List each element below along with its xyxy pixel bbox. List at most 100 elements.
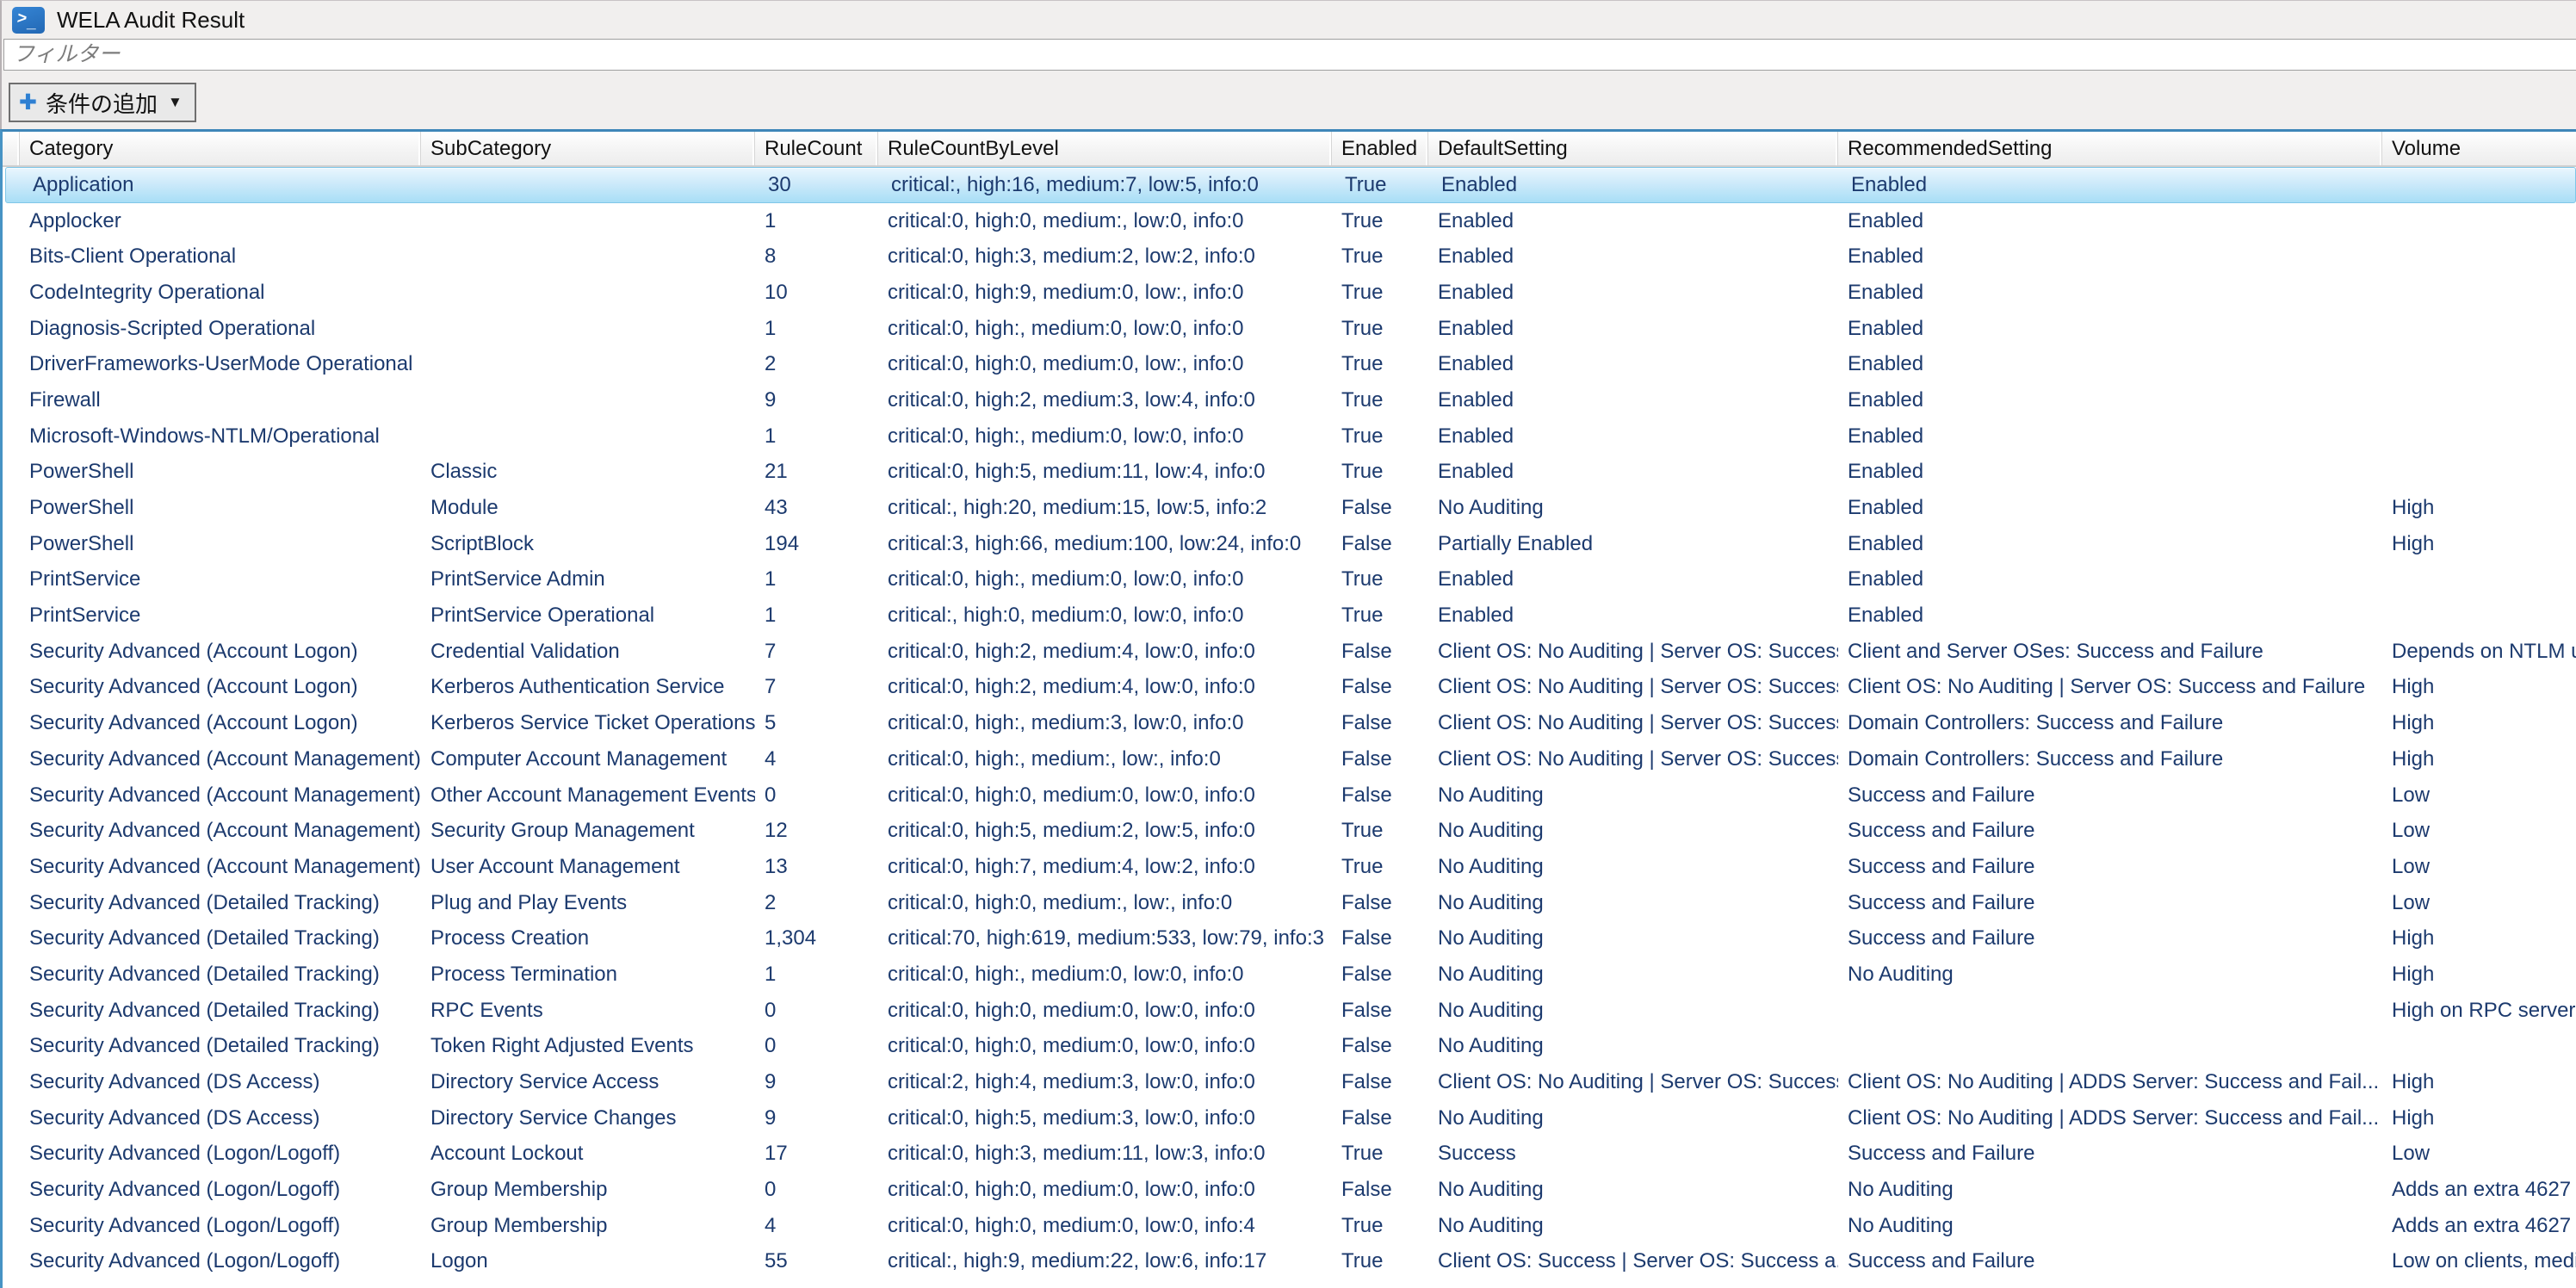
- table-row[interactable]: Security Advanced (Detailed Tracking)Pro…: [3, 957, 2576, 993]
- table-cell-defaultsetting: Enabled: [1428, 460, 1838, 484]
- table-row[interactable]: Security Advanced (Account Management)Ot…: [3, 777, 2576, 814]
- table-cell-category: Security Advanced (Detailed Tracking): [20, 999, 421, 1023]
- table-cell-category: Applocker: [20, 209, 421, 233]
- table-row[interactable]: Security Advanced (Detailed Tracking)Tok…: [3, 1029, 2576, 1065]
- table-cell-rulecountbylevel: critical:70, high:619, medium:533, low:7…: [878, 926, 1332, 951]
- table-cell-defaultsetting: Client OS: No Auditing | Server OS: Succ…: [1428, 675, 1838, 699]
- table-cell-category: Security Advanced (DS Access): [20, 1070, 421, 1094]
- table-cell-category: Security Advanced (Account Logon): [20, 675, 421, 699]
- table-cell-defaultsetting: No Auditing: [1428, 926, 1838, 951]
- table-row[interactable]: Bits-Client Operational8critical:0, high…: [3, 238, 2576, 275]
- table-cell-volume: High: [2382, 1070, 2576, 1094]
- column-header-enabled[interactable]: Enabled: [1332, 132, 1428, 165]
- table-row[interactable]: Application30critical:, high:16, medium:…: [5, 167, 2576, 203]
- table-row[interactable]: PrintServicePrintService Admin1critical:…: [3, 562, 2576, 598]
- table-row[interactable]: Security Advanced (Account Management)Se…: [3, 813, 2576, 849]
- table-row[interactable]: Firewall9critical:0, high:2, medium:3, l…: [3, 382, 2576, 418]
- table-cell-subcategory: Kerberos Service Ticket Operations: [421, 711, 755, 735]
- table-cell-subcategory: Directory Service Changes: [421, 1106, 755, 1130]
- table-cell-rulecountbylevel: critical:0, high:0, medium:0, low:0, inf…: [878, 1034, 1332, 1058]
- table-cell-recommendedsetting: No Auditing: [1838, 1214, 2382, 1238]
- table-cell-subcategory: User Account Management: [421, 855, 755, 879]
- table-cell-rulecount: 2: [755, 352, 878, 376]
- table-cell-defaultsetting: No Auditing: [1428, 1106, 1838, 1130]
- table-cell-category: Security Advanced (Account Logon): [20, 711, 421, 735]
- table-row[interactable]: PrintServicePrintService Operational1cri…: [3, 598, 2576, 634]
- table-cell-defaultsetting: No Auditing: [1428, 891, 1838, 915]
- table-cell-recommendedsetting: Enabled: [1838, 604, 2382, 628]
- column-header-volume[interactable]: Volume: [2382, 132, 2576, 165]
- table-cell-subcategory: Other Account Management Events: [421, 783, 755, 808]
- table-cell-rulecountbylevel: critical:0, high:0, medium:0, low:0, inf…: [878, 1178, 1332, 1202]
- toolbar: ✚ 条件の追加 ▼: [2, 71, 2576, 126]
- table-cell-enabled: False: [1332, 1106, 1428, 1130]
- table-row[interactable]: Security Advanced (DS Access)Directory S…: [3, 1100, 2576, 1136]
- table-cell-enabled: False: [1332, 999, 1428, 1023]
- table-cell-rulecountbylevel: critical:, high:20, medium:15, low:5, in…: [878, 496, 1332, 520]
- column-header-subcategory[interactable]: SubCategory: [421, 132, 755, 165]
- table-cell-recommendedsetting: Enabled: [1838, 281, 2382, 305]
- table-row[interactable]: Security Advanced (Logon/Logoff)Group Me…: [3, 1208, 2576, 1244]
- table-row[interactable]: Applocker1critical:0, high:0, medium:, l…: [3, 203, 2576, 239]
- table-cell-rulecount: 21: [755, 460, 878, 484]
- table-row[interactable]: Diagnosis-Scripted Operational1critical:…: [3, 311, 2576, 347]
- column-header-recommendedsetting[interactable]: RecommendedSetting: [1838, 132, 2382, 165]
- table-cell-category: Security Advanced (Logon/Logoff): [20, 1214, 421, 1238]
- add-criteria-button[interactable]: ✚ 条件の追加 ▼: [9, 83, 196, 122]
- table-cell-category: Diagnosis-Scripted Operational: [20, 317, 421, 341]
- window-chrome: > _ WELA Audit Result ✚ 条件の追加 ▼: [0, 0, 2576, 129]
- filter-input[interactable]: [3, 39, 2576, 71]
- table-row[interactable]: DriverFrameworks-UserMode Operational2cr…: [3, 346, 2576, 382]
- table-cell-recommendedsetting: Enabled: [1838, 245, 2382, 269]
- table-row[interactable]: Security Advanced (Account Logon)Kerbero…: [3, 670, 2576, 706]
- table-cell-rulecountbylevel: critical:0, high:0, medium:0, low:0, inf…: [878, 1214, 1332, 1238]
- table-row[interactable]: Security Advanced (Detailed Tracking)Pro…: [3, 920, 2576, 957]
- table-row[interactable]: Security Advanced (Account Logon)Credent…: [3, 634, 2576, 670]
- column-header-defaultsetting[interactable]: DefaultSetting: [1428, 132, 1838, 165]
- table-row[interactable]: Security Advanced (Account Management)Us…: [3, 849, 2576, 885]
- table-row[interactable]: CodeIntegrity Operational10critical:0, h…: [3, 275, 2576, 311]
- powershell-icon: > _: [12, 7, 45, 34]
- table-cell-enabled: False: [1332, 747, 1428, 771]
- table-cell-defaultsetting: No Auditing: [1428, 496, 1838, 520]
- table-cell-category: Security Advanced (Account Logon): [20, 640, 421, 664]
- table-cell-category: PowerShell: [20, 496, 421, 520]
- table-row[interactable]: Microsoft-Windows-NTLM/Operational1criti…: [3, 418, 2576, 455]
- table-cell-defaultsetting: Enabled: [1428, 352, 1838, 376]
- table-cell-rulecountbylevel: critical:0, high:, medium:0, low:0, info…: [878, 963, 1332, 987]
- table-row[interactable]: Security Advanced (Account Logon)Kerbero…: [3, 705, 2576, 741]
- table-row[interactable]: Security Advanced (Logon/Logoff)Account …: [3, 1136, 2576, 1173]
- table-cell-category: Security Advanced (Detailed Tracking): [20, 1034, 421, 1058]
- table-cell-rulecount: 10: [755, 281, 878, 305]
- table-row[interactable]: Security Advanced (DS Access)Directory S…: [3, 1064, 2576, 1100]
- table-row[interactable]: Security Advanced (Detailed Tracking)Plu…: [3, 885, 2576, 921]
- column-header-rulecount[interactable]: RuleCount: [755, 132, 878, 165]
- table-cell-enabled: True: [1332, 819, 1428, 843]
- table-row[interactable]: Security Advanced (Logon/Logoff)Group Me…: [3, 1172, 2576, 1208]
- table-cell-enabled: True: [1332, 1142, 1428, 1166]
- table-cell-enabled: True: [1332, 460, 1428, 484]
- table-cell-defaultsetting: Enabled: [1428, 281, 1838, 305]
- table-cell-volume: High: [2382, 926, 2576, 951]
- column-header-category[interactable]: Category: [20, 132, 421, 165]
- table-cell-enabled: False: [1332, 496, 1428, 520]
- table-cell-recommendedsetting: Enabled: [1838, 460, 2382, 484]
- table-cell-enabled: True: [1332, 352, 1428, 376]
- table-cell-rulecount: 2: [755, 891, 878, 915]
- table-row[interactable]: PowerShellScriptBlock194critical:3, high…: [3, 526, 2576, 562]
- table-row[interactable]: Security Advanced (Detailed Tracking)RPC…: [3, 993, 2576, 1029]
- column-header-rulecountbylevel[interactable]: RuleCountByLevel: [878, 132, 1332, 165]
- table-cell-subcategory: PrintService Admin: [421, 567, 755, 591]
- table-row[interactable]: PowerShellClassic21critical:0, high:5, m…: [3, 455, 2576, 491]
- title-bar: > _ WELA Audit Result: [2, 1, 2576, 39]
- table-cell-rulecount: 194: [755, 532, 878, 556]
- table-cell-category: Security Advanced (Detailed Tracking): [20, 963, 421, 987]
- table-row[interactable]: Security Advanced (Logon/Logoff)Logon55c…: [3, 1244, 2576, 1280]
- table-cell-defaultsetting: Client OS: Success | Server OS: Success …: [1428, 1249, 1838, 1273]
- table-cell-recommendedsetting: Success and Failure: [1838, 1249, 2382, 1273]
- table-cell-volume: Low: [2382, 1142, 2576, 1166]
- table-cell-rulecountbylevel: critical:, high:0, medium:0, low:0, info…: [878, 604, 1332, 628]
- table-row[interactable]: Security Advanced (Account Management)Co…: [3, 741, 2576, 777]
- table-cell-subcategory: Token Right Adjusted Events: [421, 1034, 755, 1058]
- table-row[interactable]: PowerShellModule43critical:, high:20, me…: [3, 490, 2576, 526]
